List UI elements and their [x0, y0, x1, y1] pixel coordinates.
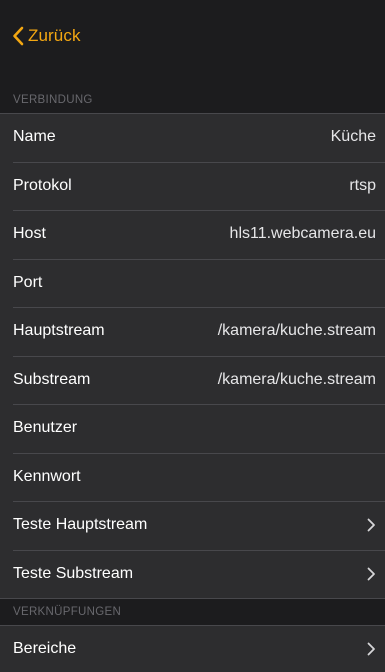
- links-group: Bereiche: [0, 625, 385, 672]
- chevron-right-icon: [367, 518, 375, 532]
- row-substream[interactable]: Substream /kamera/kuche.stream: [0, 355, 385, 405]
- connection-group: Name Küche Protokol rtsp Host hls11.webc…: [0, 113, 385, 598]
- row-value-protocol[interactable]: rtsp: [349, 177, 376, 195]
- row-host[interactable]: Host hls11.webcamera.eu: [0, 210, 385, 259]
- row-test-substream[interactable]: Teste Substream: [0, 549, 385, 599]
- row-port[interactable]: Port: [0, 258, 385, 308]
- row-label-host: Host: [13, 225, 46, 243]
- row-label-test-substream: Teste Substream: [13, 564, 134, 582]
- row-value-host[interactable]: hls11.webcamera.eu: [230, 225, 376, 243]
- row-label-main-stream: Hauptstream: [13, 322, 105, 340]
- chevron-left-icon: [13, 26, 24, 46]
- row-label-password: Kennwort: [13, 467, 81, 485]
- row-label-user: Benutzer: [13, 419, 78, 437]
- camera-settings-screen: Zurück VERBINDUNG Name Küche Protokol rt…: [0, 0, 385, 672]
- row-label-name: Name: [13, 128, 56, 146]
- back-label: Zurück: [28, 26, 81, 45]
- row-test-main-stream[interactable]: Teste Hauptstream: [0, 501, 385, 550]
- row-label-areas: Bereiche: [13, 640, 77, 658]
- section-header-links: VERKNÜPFUNGEN: [13, 606, 122, 618]
- chevron-right-icon: [367, 642, 375, 656]
- row-name[interactable]: Name Küche: [0, 113, 385, 162]
- row-user[interactable]: Benutzer: [0, 404, 385, 453]
- row-label-port: Port: [13, 273, 43, 291]
- row-label-substream: Substream: [13, 370, 91, 388]
- separator: [0, 597, 385, 598]
- row-label-protocol: Protokol: [13, 176, 72, 194]
- row-password[interactable]: Kennwort: [0, 452, 385, 502]
- row-label-test-main-stream: Teste Hauptstream: [13, 516, 148, 534]
- row-value-main-stream[interactable]: /kamera/kuche.stream: [218, 322, 376, 340]
- row-value-substream[interactable]: /kamera/kuche.stream: [218, 371, 376, 389]
- row-protocol[interactable]: Protokol rtsp: [0, 161, 385, 211]
- back-button[interactable]: Zurück: [12, 22, 81, 50]
- chevron-right-icon: [367, 567, 375, 581]
- row-areas[interactable]: Bereiche: [0, 625, 385, 672]
- row-value-name[interactable]: Küche: [331, 128, 376, 146]
- navigation-bar: Zurück: [0, 0, 385, 70]
- row-main-stream[interactable]: Hauptstream /kamera/kuche.stream: [0, 307, 385, 356]
- section-header-connection: VERBINDUNG: [13, 94, 93, 106]
